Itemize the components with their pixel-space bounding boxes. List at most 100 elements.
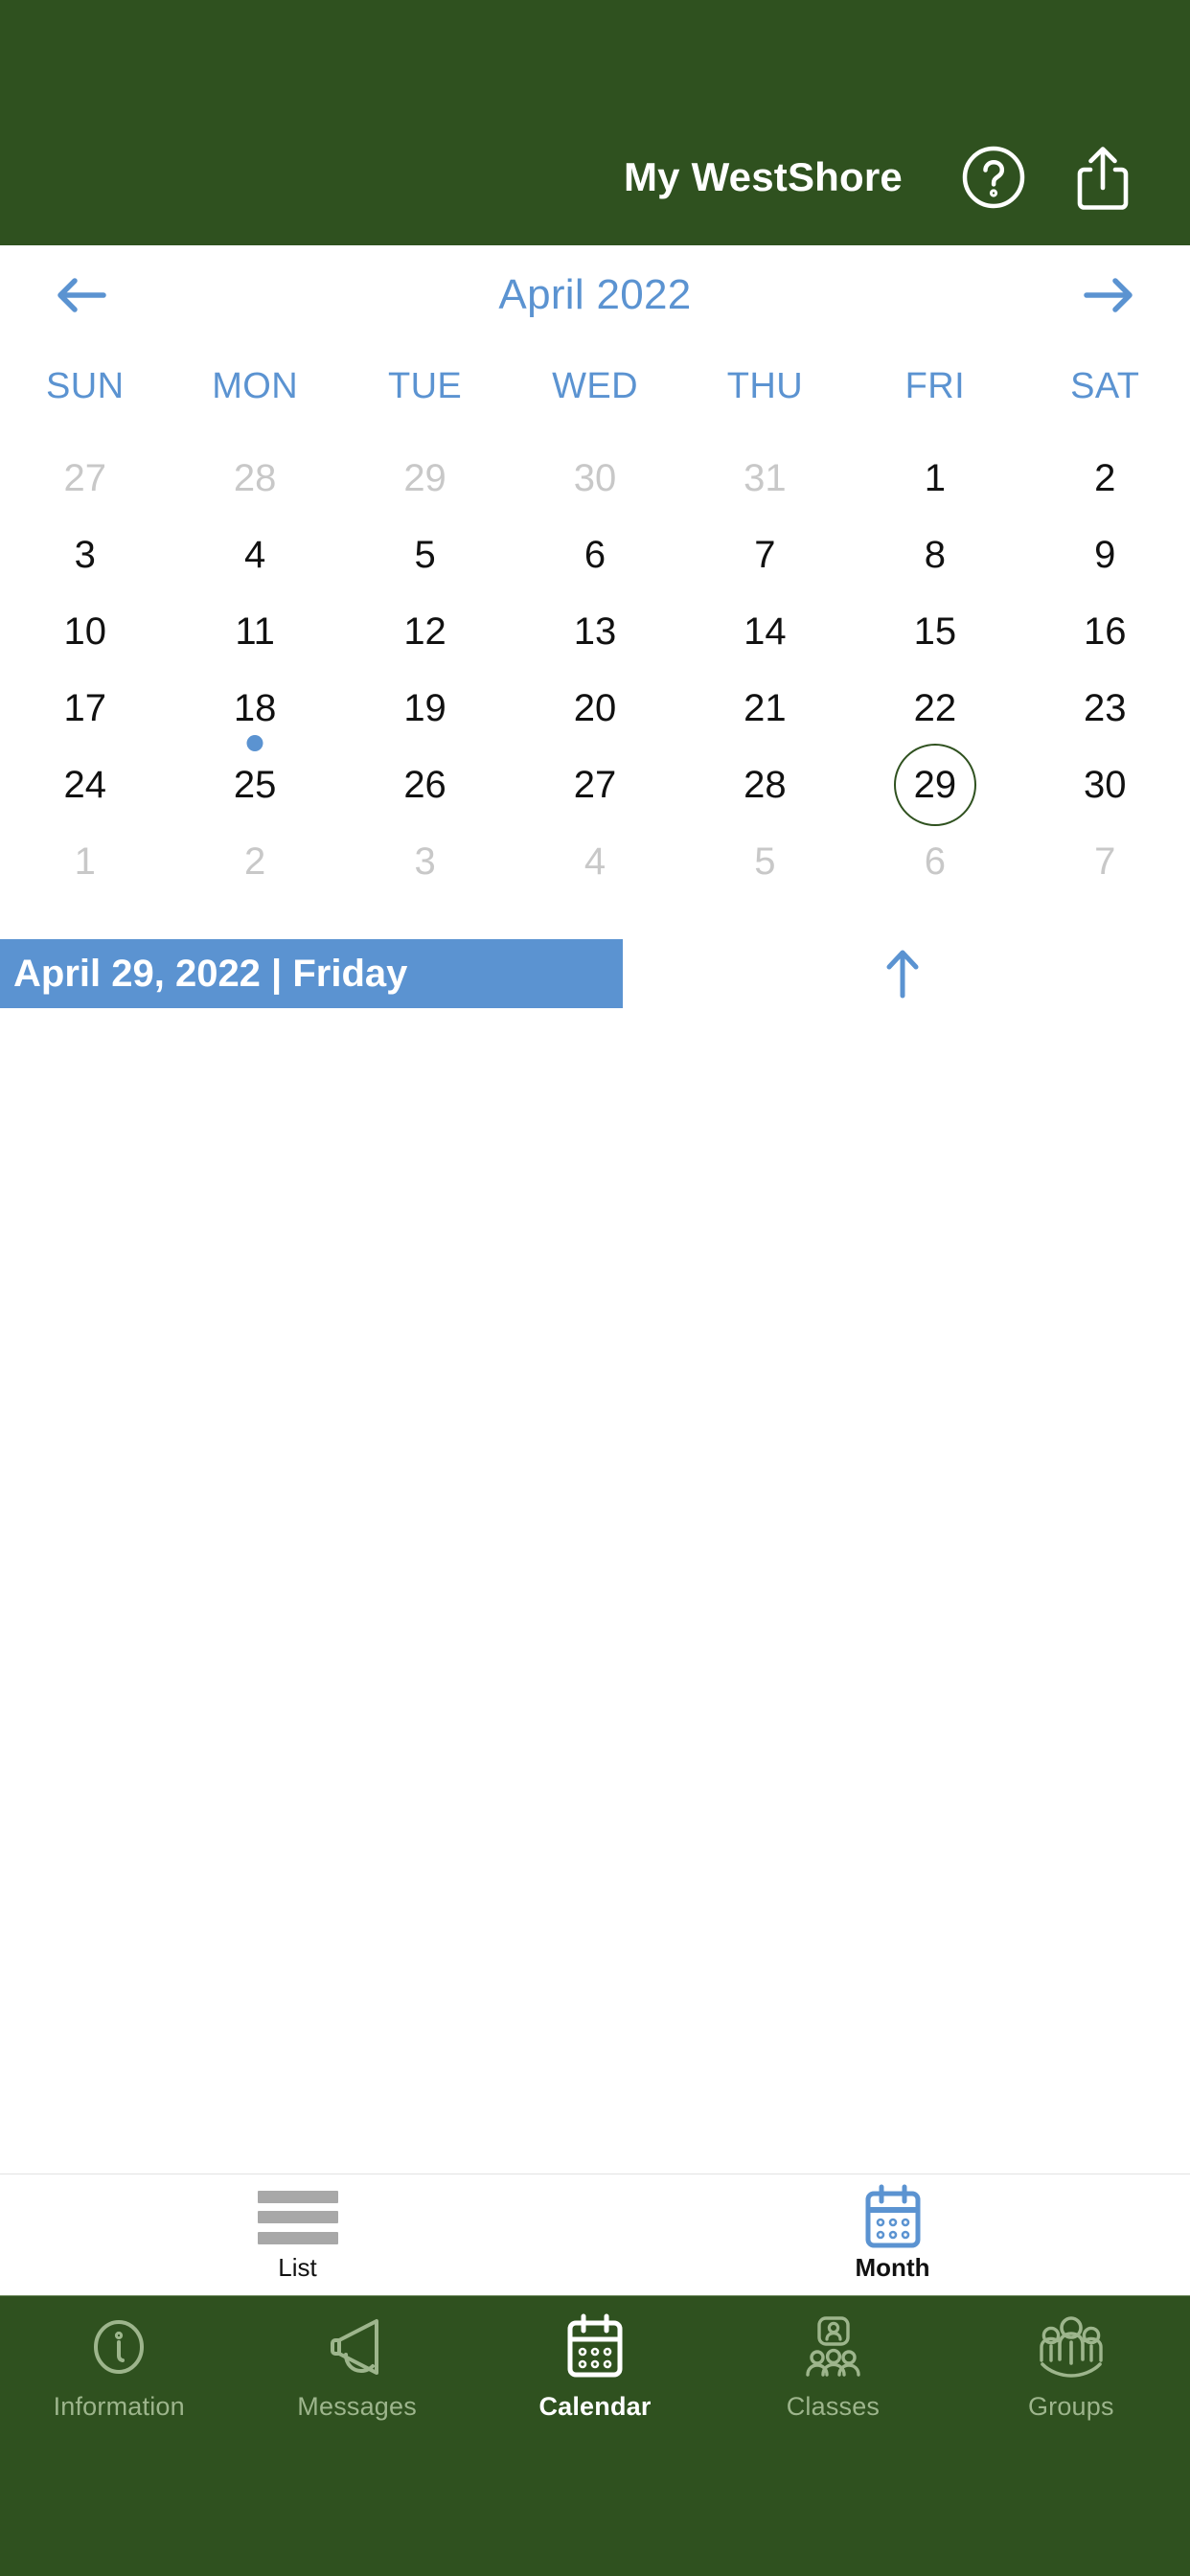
tab-messages-label: Messages bbox=[297, 2392, 417, 2421]
calendar-day-cell[interactable]: 29 bbox=[850, 744, 1019, 826]
calendar-day-number: 13 bbox=[573, 610, 617, 653]
calendar-day-cell[interactable]: 28 bbox=[170, 437, 339, 519]
calendar-day-number: 3 bbox=[414, 840, 436, 883]
calendar-day-cell[interactable]: 27 bbox=[510, 744, 679, 826]
calendar-day-cell[interactable]: 7 bbox=[1020, 820, 1190, 903]
weekday-header-row: SUN MON TUE WED THU FRI SAT bbox=[0, 345, 1190, 427]
tab-messages[interactable]: Messages bbox=[238, 2312, 475, 2422]
event-list bbox=[0, 1008, 1190, 2174]
tab-calendar[interactable]: Calendar bbox=[476, 2312, 714, 2422]
calendar-day-cell[interactable]: 12 bbox=[340, 590, 510, 673]
calendar-day-cell[interactable]: 26 bbox=[340, 744, 510, 826]
calendar-day-cell[interactable]: 3 bbox=[0, 514, 170, 596]
calendar-day-cell[interactable]: 29 bbox=[340, 437, 510, 519]
calendar-day-cell[interactable]: 31 bbox=[680, 437, 850, 519]
calendar-day-cell[interactable]: 24 bbox=[0, 744, 170, 826]
calendar-day-cell[interactable]: 13 bbox=[510, 590, 679, 673]
calendar-day-cell[interactable]: 27 bbox=[0, 437, 170, 519]
view-toggle-list[interactable]: List bbox=[0, 2188, 595, 2283]
calendar-day-cell[interactable]: 9 bbox=[1020, 514, 1190, 596]
calendar-day-cell[interactable]: 28 bbox=[680, 744, 850, 826]
calendar-week-row: 27 28 29 30 31 1 2 bbox=[0, 437, 1190, 514]
info-circle-icon bbox=[89, 2312, 149, 2382]
calendar-day-number: 4 bbox=[244, 534, 266, 576]
tab-information[interactable]: Information bbox=[0, 2312, 238, 2422]
calendar-day-cell[interactable]: 19 bbox=[340, 667, 510, 749]
calendar-day-cell[interactable]: 3 bbox=[340, 820, 510, 903]
calendar-day-number: 3 bbox=[74, 534, 96, 576]
share-icon[interactable] bbox=[1062, 136, 1144, 218]
calendar-day-number: 29 bbox=[403, 457, 446, 499]
arrow-up-icon[interactable] bbox=[623, 939, 1190, 1008]
calendar-month-icon bbox=[861, 2184, 925, 2247]
calendar-view: April 2022 SUN MON TUE WED THU FRI SAT 27 28 29 3… bbox=[0, 245, 1190, 897]
weekday-label: MON bbox=[212, 365, 299, 406]
selected-date-banner-row: April 29, 2022 | Friday bbox=[0, 939, 1190, 1008]
calendar-day-number: 2 bbox=[1094, 457, 1116, 499]
calendar-icon bbox=[563, 2312, 627, 2382]
arrow-left-icon[interactable] bbox=[44, 258, 119, 333]
calendar-day-cell[interactable]: 17 bbox=[0, 667, 170, 749]
calendar-day-cell[interactable]: 4 bbox=[510, 820, 679, 903]
calendar-day-cell[interactable]: 1 bbox=[0, 820, 170, 903]
arrow-right-icon[interactable] bbox=[1071, 258, 1146, 333]
calendar-day-number: 20 bbox=[573, 687, 617, 729]
list-lines-icon bbox=[257, 2188, 338, 2247]
calendar-day-number: 9 bbox=[1094, 534, 1116, 576]
home-indicator-area bbox=[0, 2480, 1190, 2576]
tab-classes[interactable]: Classes bbox=[714, 2312, 951, 2422]
calendar-day-cell[interactable]: 30 bbox=[1020, 744, 1190, 826]
calendar-day-cell[interactable]: 1 bbox=[850, 437, 1019, 519]
app-root: My WestShore April 2022 SUN MON TUE WED … bbox=[0, 0, 1190, 2576]
calendar-day-cell[interactable]: 6 bbox=[510, 514, 679, 596]
calendar-day-cell[interactable]: 8 bbox=[850, 514, 1019, 596]
calendar-day-cell[interactable]: 22 bbox=[850, 667, 1019, 749]
calendar-day-cell[interactable]: 6 bbox=[850, 820, 1019, 903]
calendar-week-row: 17 18 19 20 21 22 23 bbox=[0, 667, 1190, 751]
calendar-day-cell[interactable]: 5 bbox=[680, 820, 850, 903]
calendar-day-number: 8 bbox=[924, 534, 946, 576]
calendar-day-cell[interactable]: 14 bbox=[680, 590, 850, 673]
megaphone-icon bbox=[323, 2312, 392, 2382]
calendar-week-row: 10 11 12 13 14 15 16 bbox=[0, 590, 1190, 667]
calendar-day-cell[interactable]: 21 bbox=[680, 667, 850, 749]
calendar-day-cell[interactable]: 25 bbox=[170, 744, 339, 826]
calendar-day-cell[interactable]: 20 bbox=[510, 667, 679, 749]
weekday-label: THU bbox=[726, 365, 804, 406]
tab-groups[interactable]: Groups bbox=[952, 2312, 1190, 2422]
calendar-day-number: 25 bbox=[233, 764, 277, 806]
calendar-day-cell[interactable]: 5 bbox=[340, 514, 510, 596]
calendar-day-cell[interactable]: 2 bbox=[170, 820, 339, 903]
calendar-day-cell[interactable]: 16 bbox=[1020, 590, 1190, 673]
question-circle-icon[interactable] bbox=[952, 136, 1035, 218]
calendar-day-cell[interactable]: 10 bbox=[0, 590, 170, 673]
calendar-day-number: 22 bbox=[913, 687, 957, 729]
calendar-day-number: 5 bbox=[754, 840, 776, 883]
calendar-day-number: 7 bbox=[1094, 840, 1116, 883]
bottom-tab-bar: Information Messages Calendar Classes Gr… bbox=[0, 2296, 1190, 2480]
calendar-day-number: 17 bbox=[63, 687, 106, 729]
calendar-day-number: 24 bbox=[63, 764, 106, 806]
view-toggle-month[interactable]: Month bbox=[595, 2184, 1190, 2283]
calendar-day-number: 28 bbox=[233, 457, 277, 499]
calendar-day-number: 10 bbox=[63, 610, 106, 653]
view-toggle-month-label: Month bbox=[855, 2252, 930, 2282]
calendar-day-cell[interactable]: 11 bbox=[170, 590, 339, 673]
calendar-day-cell[interactable]: 30 bbox=[510, 437, 679, 519]
calendar-day-cell[interactable]: 2 bbox=[1020, 437, 1190, 519]
calendar-grid: 27 28 29 30 31 1 2 3 4 5 6 7 8 9 10 11 12 13 14 15 16 17 18 19 2… bbox=[0, 427, 1190, 897]
calendar-day-number: 27 bbox=[573, 764, 617, 806]
calendar-day-cell[interactable]: 7 bbox=[680, 514, 850, 596]
tab-groups-label: Groups bbox=[1027, 2392, 1114, 2421]
selected-date-label: April 29, 2022 | Friday bbox=[13, 952, 408, 995]
selected-date-banner[interactable]: April 29, 2022 | Friday bbox=[0, 939, 623, 1008]
calendar-day-number: 7 bbox=[754, 534, 776, 576]
calendar-day-cell[interactable]: 18 bbox=[170, 667, 339, 751]
calendar-day-number: 21 bbox=[744, 687, 787, 729]
calendar-day-number: 12 bbox=[403, 610, 446, 653]
calendar-day-cell[interactable]: 15 bbox=[850, 590, 1019, 673]
calendar-day-cell[interactable]: 4 bbox=[170, 514, 339, 596]
calendar-day-number: 5 bbox=[414, 534, 436, 576]
calendar-day-cell[interactable]: 23 bbox=[1020, 667, 1190, 749]
month-year-label[interactable]: April 2022 bbox=[119, 271, 1071, 319]
